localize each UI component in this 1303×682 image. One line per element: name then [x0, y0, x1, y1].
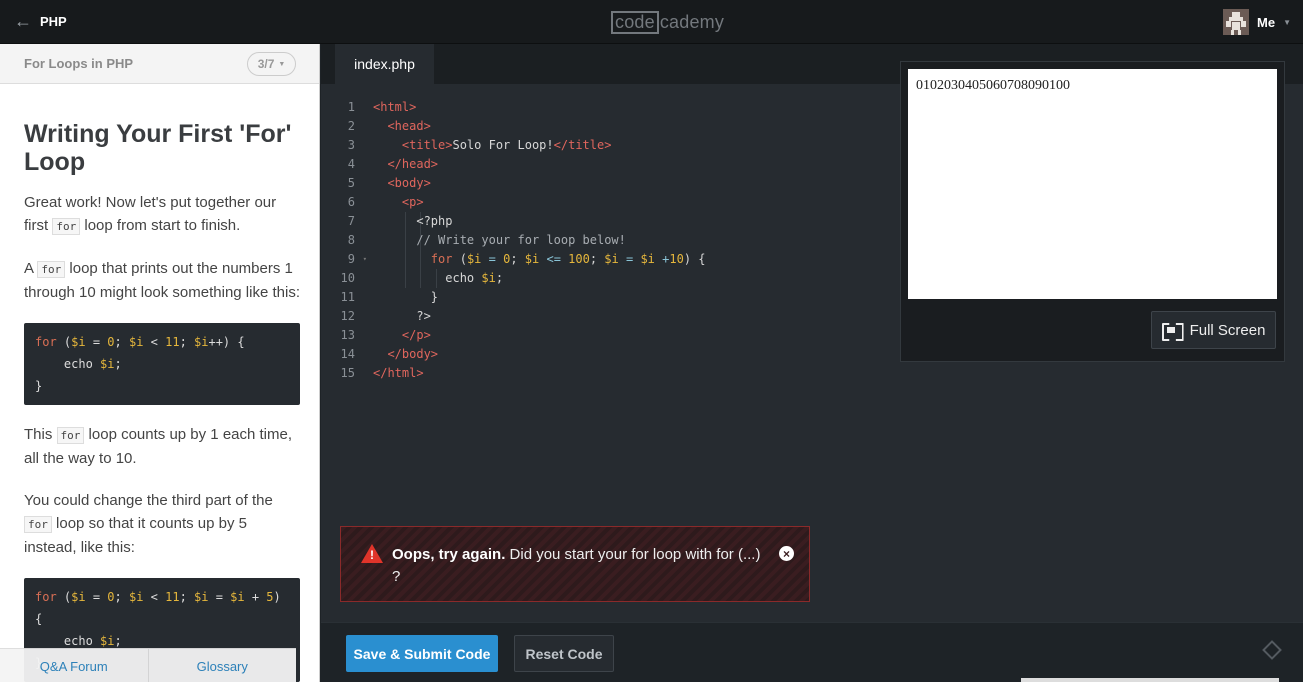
- lesson-footer-links: Q&A Forum Glossary: [0, 648, 296, 682]
- code-example: for ($i = 0; $i < 11; $i++) { echo $i;}: [24, 323, 300, 405]
- editor-action-bar: Save & Submit Code Reset Code: [321, 622, 1303, 682]
- code-line: for ($i = 0; $i <= 100; $i = $i +10) {: [430, 252, 706, 266]
- code-line: echo $i;: [373, 271, 504, 285]
- top-bar: ← PHP code cademy Me ▼: [0, 0, 1303, 44]
- instruction-paragraph: Great work! Now let's put together our f…: [24, 194, 277, 235]
- code-line: <?php: [373, 214, 453, 228]
- code-line: </head>: [387, 157, 439, 171]
- code-line: ?>: [373, 309, 431, 323]
- settings-icon[interactable]: [1262, 640, 1282, 660]
- inline-code: for: [56, 427, 85, 444]
- qa-forum-link[interactable]: Q&A Forum: [0, 649, 148, 682]
- code-line: <html>: [373, 100, 417, 114]
- output-result: 0102030405060708090100: [908, 69, 1277, 299]
- chevron-down-icon: ▼: [278, 60, 286, 68]
- code-line: <title>Solo For Loop!</title>: [401, 138, 612, 152]
- instruction-paragraph: A for loop that prints out the numbers 1…: [24, 260, 300, 301]
- scrollbar[interactable]: [1021, 678, 1279, 682]
- error-message: ! Oops, try again. Did you start your fo…: [340, 526, 810, 602]
- back-arrow-icon: ←: [14, 11, 32, 31]
- fold-toggle[interactable]: 9: [321, 250, 367, 269]
- inline-code: for: [37, 261, 66, 278]
- lesson-panel: For Loops in PHP 3/7 ▼ Writing Your First…: [0, 44, 320, 682]
- user-name: Me: [1257, 14, 1276, 30]
- codecademy-logo[interactable]: code cademy: [611, 10, 724, 34]
- code-line: </p>: [401, 328, 431, 342]
- warning-icon: !: [361, 544, 383, 563]
- instruction-paragraph: You could change the third part of the f…: [24, 492, 273, 556]
- code-line: // Write your for loop below!: [416, 233, 626, 247]
- glossary-link[interactable]: Glossary: [147, 649, 297, 682]
- fullscreen-icon: [1162, 323, 1180, 337]
- reset-code-button[interactable]: Reset Code: [514, 635, 614, 672]
- user-menu[interactable]: Me ▼: [1223, 9, 1291, 35]
- avatar: [1223, 9, 1250, 35]
- exercise-progress-dropdown[interactable]: 3/7 ▼: [247, 52, 296, 76]
- exercise-heading: Writing Your First 'For' Loop: [24, 120, 292, 176]
- instruction-paragraph: This for loop counts up by 1 each time, …: [24, 426, 293, 467]
- code-line: <p>: [401, 195, 424, 209]
- code-line: }: [373, 290, 439, 304]
- chevron-down-icon: ▼: [1283, 17, 1291, 27]
- code-lines[interactable]: <html> <head> <title>Solo For Loop!</tit…: [373, 98, 706, 383]
- lesson-header: For Loops in PHP 3/7 ▼: [0, 44, 319, 84]
- output-panel: 0102030405060708090100 Full Screen: [900, 61, 1285, 362]
- line-number-gutter: 1 2 3 4 5 6 7 8 9 10 11 12 13 14 15: [321, 98, 367, 383]
- code-line: </html>: [373, 366, 424, 380]
- lesson-title: For Loops in PHP: [24, 56, 134, 71]
- back-to-course-link[interactable]: ← PHP: [14, 11, 67, 31]
- inline-code: for: [24, 516, 52, 533]
- code-line: <head>: [387, 119, 431, 133]
- save-submit-button[interactable]: Save & Submit Code: [346, 635, 498, 672]
- course-name: PHP: [40, 13, 67, 29]
- close-icon[interactable]: ×: [779, 546, 794, 561]
- full-screen-button[interactable]: Full Screen: [1151, 311, 1276, 349]
- code-line: <body>: [387, 176, 431, 190]
- tab-index-php[interactable]: index.php: [335, 44, 434, 84]
- error-text: Oops, try again. Did you start your for …: [392, 546, 761, 585]
- code-line: </body>: [387, 347, 439, 361]
- lesson-content: Writing Your First 'For' Loop Great work…: [24, 120, 300, 682]
- inline-code: for: [52, 218, 81, 235]
